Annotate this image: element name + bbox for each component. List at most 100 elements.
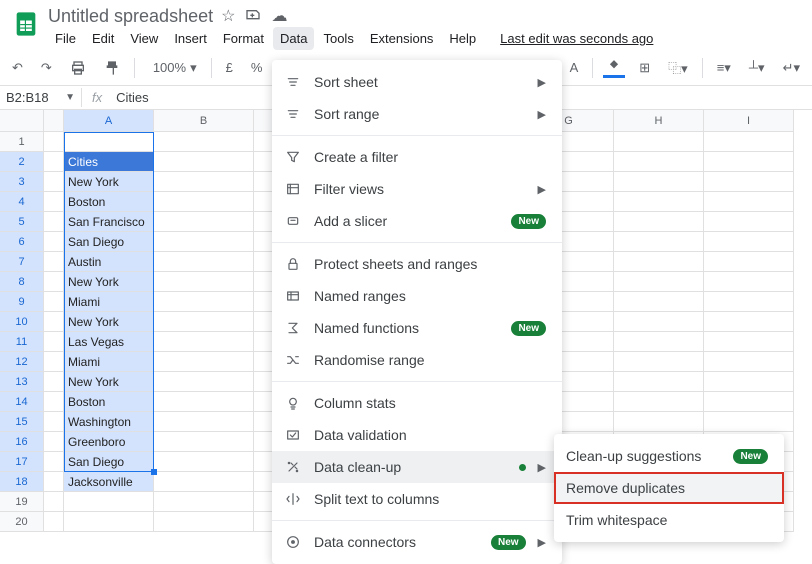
cell[interactable] <box>614 292 704 312</box>
row-head-15[interactable]: 15 <box>0 412 44 432</box>
cell[interactable] <box>614 252 704 272</box>
menu-item-data-validation[interactable]: Data validation <box>272 419 562 451</box>
menu-item-data-connectors[interactable]: Data connectorsNew▶ <box>272 526 562 558</box>
cell[interactable] <box>44 312 64 332</box>
cell[interactable] <box>44 392 64 412</box>
redo-icon[interactable]: ↷ <box>37 58 56 78</box>
menu-tools[interactable]: Tools <box>316 27 360 50</box>
cell[interactable] <box>614 332 704 352</box>
cell[interactable]: Boston <box>64 392 154 412</box>
cell[interactable] <box>64 132 154 152</box>
cell[interactable] <box>154 292 254 312</box>
cell[interactable] <box>44 272 64 292</box>
cell[interactable] <box>704 172 794 192</box>
col-head-B[interactable]: B <box>154 110 254 132</box>
cell[interactable] <box>154 152 254 172</box>
menu-item-add-a-slicer[interactable]: Add a slicerNew <box>272 205 562 237</box>
cell[interactable] <box>704 252 794 272</box>
cell[interactable] <box>154 392 254 412</box>
menu-item-protect-sheets-and-ranges[interactable]: Protect sheets and ranges <box>272 248 562 280</box>
menu-item-column-stats[interactable]: Column stats <box>272 387 562 419</box>
borders-button[interactable]: ⊞ <box>635 58 654 78</box>
menu-item-data-clean-up[interactable]: Data clean-up▶ <box>272 451 562 483</box>
cell[interactable]: Washington <box>64 412 154 432</box>
name-box[interactable]: B2:B18▼ <box>0 88 82 107</box>
cell[interactable] <box>154 432 254 452</box>
cell[interactable]: Austin <box>64 252 154 272</box>
cell[interactable] <box>44 232 64 252</box>
row-head-18[interactable]: 18 <box>0 472 44 492</box>
cell[interactable]: Miami <box>64 292 154 312</box>
cell[interactable] <box>704 352 794 372</box>
cell[interactable] <box>614 152 704 172</box>
cell[interactable]: Las Vegas <box>64 332 154 352</box>
cell[interactable] <box>704 392 794 412</box>
cell[interactable] <box>614 212 704 232</box>
cell[interactable] <box>154 172 254 192</box>
row-head-20[interactable]: 20 <box>0 512 44 532</box>
halign-button[interactable]: ≡▾ <box>713 58 735 78</box>
menu-edit[interactable]: Edit <box>85 27 121 50</box>
cell[interactable] <box>44 512 64 532</box>
cell[interactable] <box>704 372 794 392</box>
cell[interactable]: Greenboro <box>64 432 154 452</box>
cell[interactable] <box>154 312 254 332</box>
cell[interactable] <box>614 412 704 432</box>
move-icon[interactable] <box>245 6 261 27</box>
menu-file[interactable]: File <box>48 27 83 50</box>
menu-item-randomise-range[interactable]: Randomise range <box>272 344 562 376</box>
cell[interactable] <box>44 492 64 512</box>
cell[interactable] <box>704 212 794 232</box>
menu-view[interactable]: View <box>123 27 165 50</box>
cell[interactable] <box>704 192 794 212</box>
valign-button[interactable]: ┴▾ <box>745 58 769 78</box>
cell[interactable] <box>704 152 794 172</box>
row-head-14[interactable]: 14 <box>0 392 44 412</box>
row-head-19[interactable]: 19 <box>0 492 44 512</box>
menu-format[interactable]: Format <box>216 27 271 50</box>
cell[interactable] <box>44 212 64 232</box>
cell[interactable] <box>44 132 64 152</box>
row-head-9[interactable]: 9 <box>0 292 44 312</box>
cell[interactable] <box>154 132 254 152</box>
row-head-1[interactable]: 1 <box>0 132 44 152</box>
doc-title[interactable]: Untitled spreadsheet <box>48 6 213 27</box>
cell[interactable] <box>154 212 254 232</box>
merge-button[interactable]: ⿻▾ <box>664 56 692 79</box>
cell[interactable] <box>614 232 704 252</box>
row-head-16[interactable]: 16 <box>0 432 44 452</box>
cell[interactable] <box>614 372 704 392</box>
cell[interactable] <box>44 412 64 432</box>
cell[interactable] <box>154 512 254 532</box>
last-edit[interactable]: Last edit was seconds ago <box>493 27 660 50</box>
zoom-select[interactable]: 100% ▾ <box>145 56 201 79</box>
menu-item-sort-sheet[interactable]: Sort sheet▶ <box>272 66 562 98</box>
cell[interactable] <box>154 472 254 492</box>
menu-item-named-functions[interactable]: Named functionsNew <box>272 312 562 344</box>
cell[interactable]: San Diego <box>64 232 154 252</box>
row-head-13[interactable]: 13 <box>0 372 44 392</box>
submenu-item-clean-up-suggestions[interactable]: Clean-up suggestionsNew <box>554 440 784 472</box>
cell[interactable] <box>64 512 154 532</box>
paintformat-icon[interactable] <box>100 58 124 78</box>
print-icon[interactable] <box>66 58 90 78</box>
menu-item-named-ranges[interactable]: Named ranges <box>272 280 562 312</box>
cell[interactable] <box>44 172 64 192</box>
cell[interactable] <box>614 392 704 412</box>
menu-item-sort-range[interactable]: Sort range▶ <box>272 98 562 130</box>
percent-button[interactable]: % <box>247 58 267 77</box>
cell[interactable] <box>704 292 794 312</box>
cell[interactable]: Cities <box>64 152 154 172</box>
cell[interactable] <box>154 252 254 272</box>
cell[interactable] <box>154 332 254 352</box>
row-head-12[interactable]: 12 <box>0 352 44 372</box>
wrap-button[interactable]: ↵▾ <box>779 58 804 78</box>
cell[interactable] <box>44 372 64 392</box>
cell[interactable] <box>704 232 794 252</box>
menu-item-split-text-to-columns[interactable]: Split text to columns <box>272 483 562 515</box>
cell[interactable] <box>614 192 704 212</box>
cloud-icon[interactable]: ☁ <box>271 6 287 27</box>
cell[interactable] <box>704 132 794 152</box>
menu-help[interactable]: Help <box>442 27 483 50</box>
cell[interactable] <box>154 272 254 292</box>
